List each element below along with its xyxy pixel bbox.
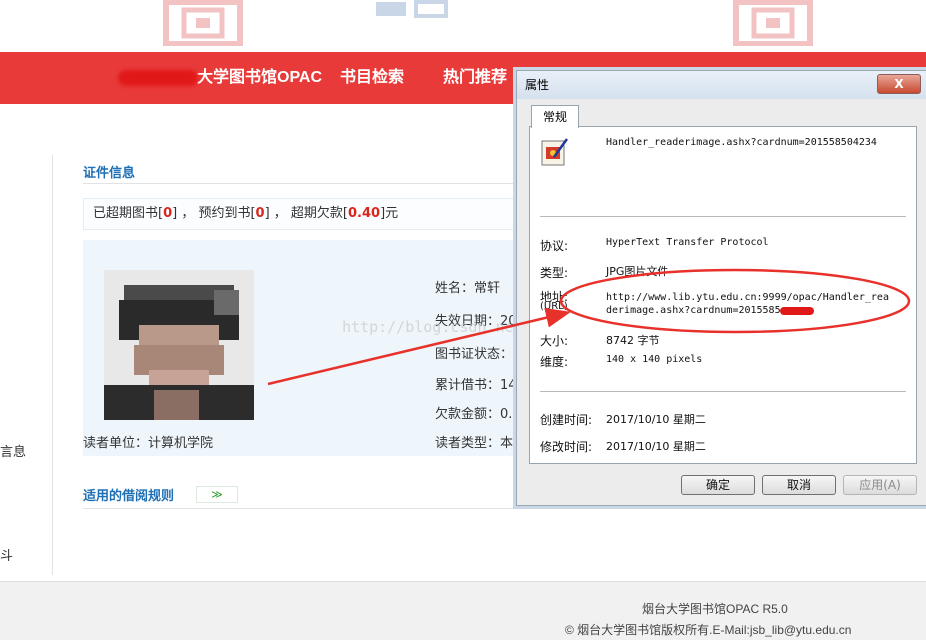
library-logo-icon: [160, 0, 246, 47]
total-borrowed: 累计借书：14: [435, 378, 517, 393]
expand-rules-icon[interactable]: ≫: [196, 486, 238, 503]
fine-unit: ]元: [380, 206, 399, 221]
modified-label: 修改时间:: [540, 440, 593, 454]
nav-item-hot-recommend[interactable]: 热门推荐: [443, 52, 507, 104]
reader-name: 姓名：常轩: [435, 281, 501, 296]
reader-unit: 读者单位：计算机学院: [83, 436, 214, 451]
dialog-titlebar[interactable]: 属性: [517, 71, 926, 99]
modified-value: 2017/10/10 星期二: [606, 440, 706, 453]
close-icon[interactable]: X: [877, 74, 921, 94]
fine-label: ] ， 超期欠款[: [264, 206, 349, 221]
reserved-count[interactable]: 0: [256, 206, 265, 221]
address-line-2[interactable]: derimage.ashx?cardnum=2015585: [606, 305, 781, 316]
dimensions-value: 140 x 140 pixels: [606, 354, 703, 365]
sidebar-item-info[interactable]: 言息: [0, 441, 26, 460]
address-line-1[interactable]: http://www.lib.ytu.edu.cn:9999/opac/Hand…: [606, 292, 889, 303]
dialog-separator: [540, 391, 906, 392]
section-divider: [83, 508, 523, 509]
footer-version: 烟台大学图书馆OPAC R5.0: [642, 602, 788, 616]
file-name[interactable]: Handler_readerimage.ashx?cardnum=2015585…: [606, 137, 877, 148]
section-divider: [83, 183, 523, 184]
properties-dialog: 属性 X 常规 Handler_readerimage.ashx?cardnum…: [516, 70, 926, 506]
protocol-value: HyperText Transfer Protocol: [606, 237, 769, 248]
reader-photo: [104, 270, 254, 420]
apply-button[interactable]: 应用(A): [843, 475, 917, 495]
address-url-label: (URL): [540, 301, 568, 312]
created-label: 创建时间:: [540, 413, 593, 427]
nav-item-home[interactable]: 大学图书馆OPAC: [197, 52, 322, 104]
library-logo-icon: [730, 0, 816, 47]
card-status: 图书证状态：: [435, 347, 514, 362]
debt-amount: 欠款金额：0.4: [435, 407, 521, 422]
page-footer: 烟台大学图书馆OPAC R5.0 © 烟台大学图书馆版权所有.E-Mail:js…: [0, 581, 926, 640]
dialog-title: 属性: [525, 78, 550, 92]
certificate-section-title: 证件信息: [83, 166, 136, 181]
general-tab-panel: Handler_readerimage.ashx?cardnum=2015585…: [529, 126, 917, 464]
top-banner: [0, 0, 926, 52]
redaction-mark: [118, 70, 198, 86]
cancel-button[interactable]: 取消: [762, 475, 836, 495]
dialog-separator: [540, 216, 906, 217]
reserved-label: ] ， 预约到书[: [172, 206, 256, 221]
size-value: 8742 字节: [606, 334, 660, 347]
protocol-label: 协议:: [540, 239, 569, 253]
size-label: 大小:: [540, 334, 569, 348]
type-label: 类型:: [540, 266, 569, 280]
created-value: 2017/10/10 星期二: [606, 413, 706, 426]
library-logo-icon: [370, 0, 456, 46]
tab-general[interactable]: 常规: [531, 105, 579, 128]
reader-type: 读者类型：本: [435, 436, 514, 451]
overdue-label: 已超期图书[: [93, 206, 164, 221]
dimensions-label: 维度:: [540, 355, 569, 369]
type-value: JPG图片文件: [606, 265, 669, 278]
redaction-mark: [780, 307, 814, 315]
left-sidebar: [0, 155, 53, 575]
ok-button[interactable]: 确定: [681, 475, 755, 495]
image-file-icon: [540, 137, 569, 167]
overdue-count[interactable]: 0: [163, 206, 172, 221]
footer-copyright: © 烟台大学图书馆版权所有.E-Mail:jsb_lib@ytu.edu.cn: [565, 623, 852, 637]
reader-summary: 已超期图书[0] ， 预约到书[0] ， 超期欠款[0.40]元: [83, 198, 525, 230]
sidebar-item-partial[interactable]: 斗: [0, 545, 13, 564]
rules-section-title[interactable]: 适用的借阅规则: [83, 485, 174, 504]
nav-item-catalog-search[interactable]: 书目检索: [340, 52, 404, 104]
fine-amount[interactable]: 0.40: [348, 206, 380, 221]
